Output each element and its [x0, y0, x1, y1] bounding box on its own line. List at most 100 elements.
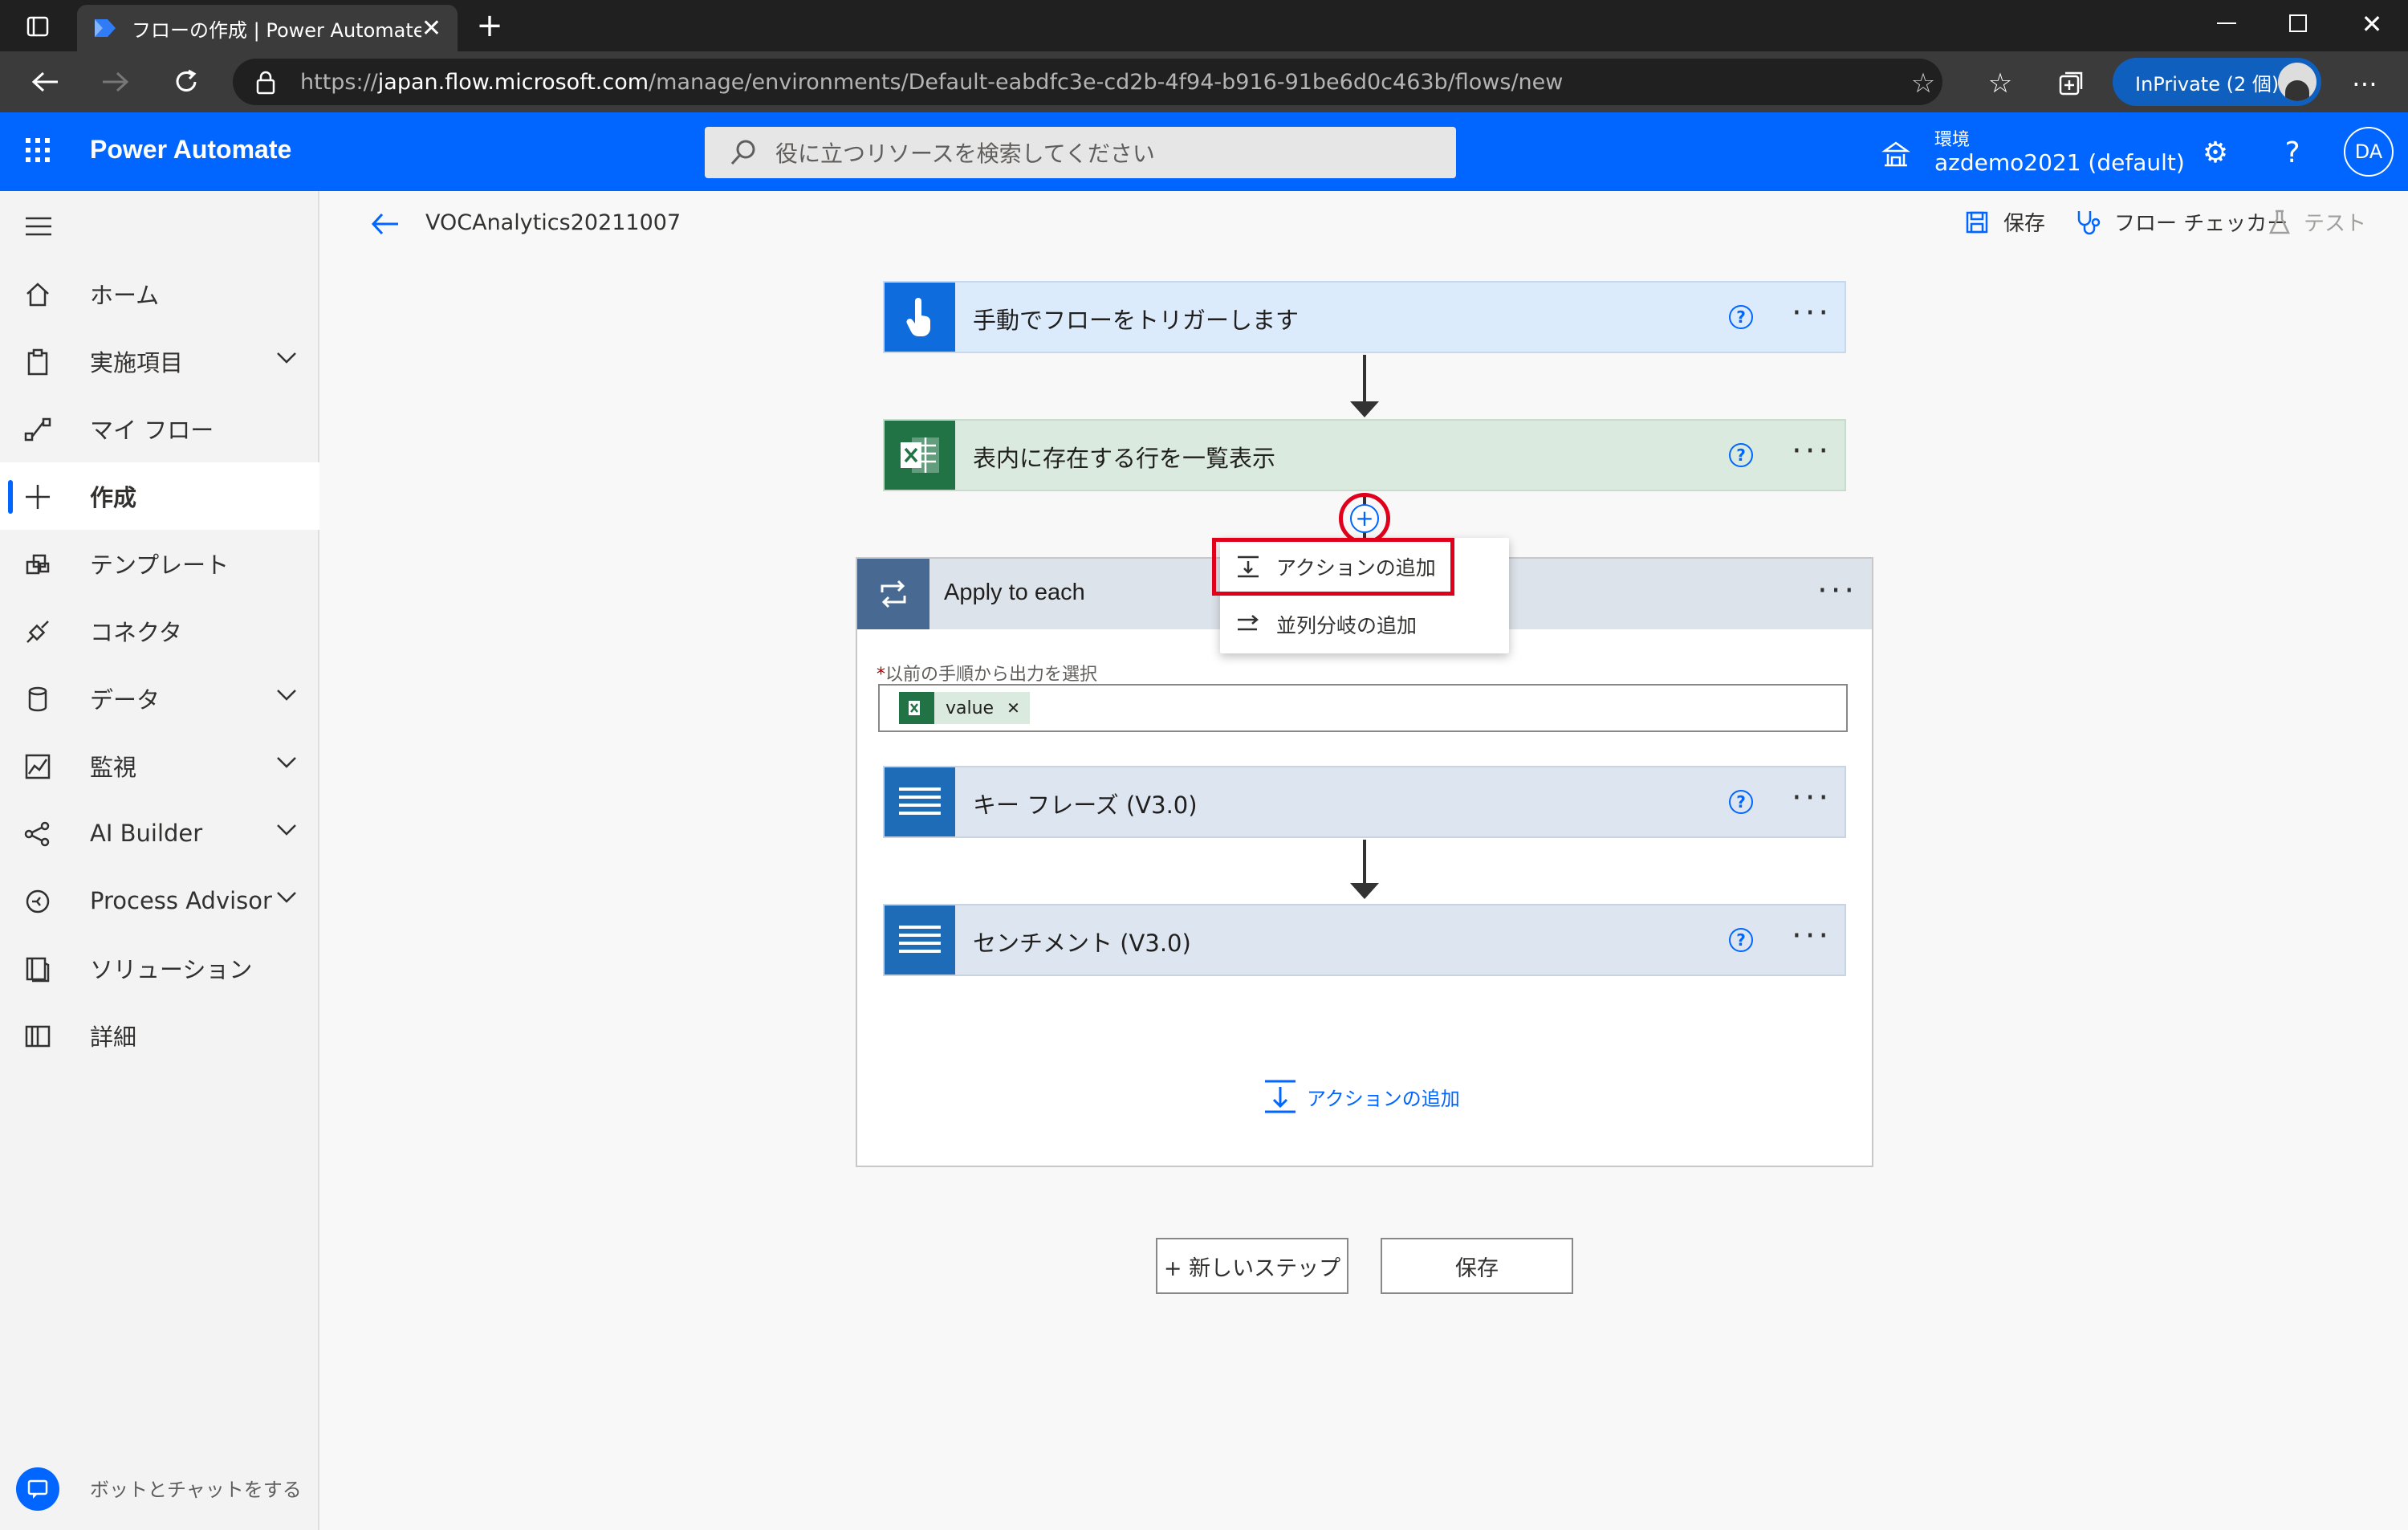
refresh-icon[interactable] — [169, 66, 204, 98]
sidebar-item-create[interactable]: 作成 — [0, 462, 319, 530]
environment-label: 環境 — [1934, 130, 1971, 150]
save-command-button[interactable]: 保存 — [1965, 207, 2045, 237]
output-select-input[interactable]: value ✕ — [878, 684, 1848, 732]
text-analytics-icon — [885, 905, 955, 975]
excel-icon — [899, 692, 934, 724]
value-token[interactable]: value ✕ — [899, 692, 1030, 724]
tab-actions-icon[interactable] — [24, 13, 51, 40]
browser-menu-icon[interactable]: ⋯ — [2349, 67, 2381, 100]
app-title[interactable]: Power Automate — [90, 135, 291, 165]
forward-icon[interactable] — [98, 66, 133, 98]
flow-name[interactable]: VOCAnalytics20211007 — [425, 210, 681, 235]
environment-value[interactable]: azdemo2021 (default) — [1934, 149, 2185, 176]
touch-icon — [885, 283, 955, 352]
save-button[interactable]: 保存 — [1381, 1238, 1573, 1294]
environment-icon[interactable] — [1881, 140, 1910, 169]
key-phrase-card[interactable]: キー フレーズ (V3.0) ? ··· — [883, 766, 1846, 838]
sidebar-item-label: ホーム — [90, 282, 160, 309]
sidebar-item-solutions[interactable]: ソリューション — [0, 934, 319, 1002]
sidebar-item-monitor[interactable]: 監視 — [0, 732, 319, 800]
avatar-initials: DA — [2354, 140, 2383, 163]
excel-action-card[interactable]: 表内に存在する行を一覧表示 ? ··· — [883, 419, 1846, 491]
browser-tab[interactable]: フローの作成 | Power Automate ✕ — [77, 5, 458, 51]
more-options-icon[interactable]: ··· — [1792, 920, 1832, 952]
inner-add-action-link[interactable]: アクションの追加 — [1263, 1079, 1460, 1114]
chatbot-label[interactable]: ボットとチャットをする — [90, 1474, 302, 1502]
trigger-card[interactable]: 手動でフローをトリガーします ? ··· — [883, 281, 1846, 353]
sidebar: ホーム 実施項目 マイ フロー 作成 テンプレート コネクタ データ 監視 AI… — [0, 191, 319, 1530]
new-tab-icon[interactable]: + — [474, 7, 506, 44]
test-button[interactable]: テスト — [2268, 207, 2366, 237]
settings-icon[interactable]: ⚙ — [2199, 136, 2231, 169]
hamburger-icon[interactable] — [26, 217, 51, 236]
field-label-text: 以前の手順から出力を選択 — [885, 665, 1098, 685]
help-circle-icon[interactable]: ? — [1729, 928, 1753, 952]
sidebar-item-action-items[interactable]: 実施項目 — [0, 328, 319, 395]
minimize-icon[interactable] — [2217, 22, 2236, 24]
add-favorite-icon[interactable]: ☆ — [1907, 67, 1939, 100]
help-circle-icon[interactable]: ? — [1729, 443, 1753, 467]
insert-step-plus-icon[interactable]: + — [1350, 504, 1379, 533]
arrowhead — [1350, 401, 1379, 417]
lock-icon[interactable] — [254, 69, 278, 96]
sidebar-item-label: ソリューション — [90, 956, 253, 983]
save-command-label: 保存 — [2003, 212, 2046, 236]
chevron-down-icon — [276, 891, 297, 904]
app-launcher-icon[interactable] — [26, 138, 50, 162]
help-icon[interactable]: ? — [2276, 136, 2308, 169]
process-advisor-icon — [24, 888, 51, 915]
new-step-button[interactable]: + 新しいステップ — [1156, 1238, 1348, 1294]
home-icon — [24, 281, 51, 308]
sidebar-item-data[interactable]: データ — [0, 665, 319, 732]
window-close-icon[interactable]: ✕ — [2356, 8, 2388, 40]
back-arrow-icon[interactable] — [371, 212, 400, 236]
chatbot-icon[interactable] — [16, 1467, 59, 1511]
sidebar-item-ai-builder[interactable]: AI Builder — [0, 800, 319, 867]
excel-action-title: 表内に存在する行を一覧表示 — [973, 445, 1276, 472]
database-icon — [24, 686, 51, 713]
stethoscope-icon — [2076, 209, 2103, 236]
sidebar-item-learn[interactable]: 詳細 — [0, 1002, 319, 1069]
flow-checker-button[interactable]: フロー チェッカー — [2076, 207, 2288, 237]
sidebar-item-my-flows[interactable]: マイ フロー — [0, 395, 319, 462]
flask-icon — [2268, 210, 2291, 235]
inprivate-button[interactable]: InPrivate (2 個) — [2113, 58, 2321, 106]
help-circle-icon[interactable]: ? — [1729, 790, 1753, 814]
restore-icon[interactable] — [2289, 14, 2307, 32]
more-options-icon[interactable]: ··· — [1792, 435, 1832, 467]
flow-checker-label: フロー チェッカー — [2114, 212, 2288, 236]
sidebar-item-process-advisor[interactable]: Process Advisor — [0, 867, 319, 934]
sentiment-title: センチメント (V3.0) — [973, 930, 1191, 957]
back-icon[interactable] — [27, 66, 63, 98]
new-step-label: + 新しいステップ — [1163, 1255, 1341, 1281]
profile-avatar-icon — [2278, 63, 2316, 101]
url-prefix: https:// — [300, 69, 378, 95]
address-bar[interactable]: https://japan.flow.microsoft.com/manage/… — [233, 59, 1942, 105]
more-options-icon[interactable]: ··· — [1792, 297, 1832, 329]
sidebar-item-label: AI Builder — [90, 820, 203, 847]
value-token-label: value — [946, 698, 995, 718]
favorites-icon[interactable]: ☆ — [1984, 67, 2016, 100]
ai-builder-icon — [24, 820, 51, 848]
help-circle-icon[interactable]: ? — [1729, 305, 1753, 329]
search-icon — [729, 138, 758, 167]
avatar[interactable]: DA — [2344, 127, 2394, 177]
more-options-icon[interactable]: ··· — [1817, 575, 1857, 607]
search-placeholder: 役に立つリソースを検索してください — [775, 140, 1155, 167]
sentiment-card[interactable]: センチメント (V3.0) ? ··· — [883, 904, 1846, 976]
chevron-down-icon — [276, 824, 297, 836]
collections-icon[interactable] — [2055, 67, 2087, 100]
sidebar-item-connectors[interactable]: コネクタ — [0, 597, 319, 665]
sidebar-item-home[interactable]: ホーム — [0, 260, 319, 328]
highlight-box — [1212, 538, 1454, 596]
menu-item-add-parallel[interactable]: 並列分岐の追加 — [1220, 596, 1509, 653]
sidebar-item-templates[interactable]: テンプレート — [0, 530, 319, 597]
tab-close-icon[interactable]: ✕ — [421, 14, 441, 43]
url-path: /manage/environments/Default-eabdfc3e-cd… — [649, 69, 1564, 95]
clipboard-icon — [24, 348, 51, 376]
sidebar-item-label: 作成 — [90, 484, 137, 511]
search-input[interactable]: 役に立つリソースを検索してください — [705, 127, 1456, 178]
more-options-icon[interactable]: ··· — [1792, 782, 1832, 814]
trigger-title: 手動でフローをトリガーします — [973, 307, 1300, 334]
remove-token-icon[interactable]: ✕ — [1007, 698, 1020, 718]
